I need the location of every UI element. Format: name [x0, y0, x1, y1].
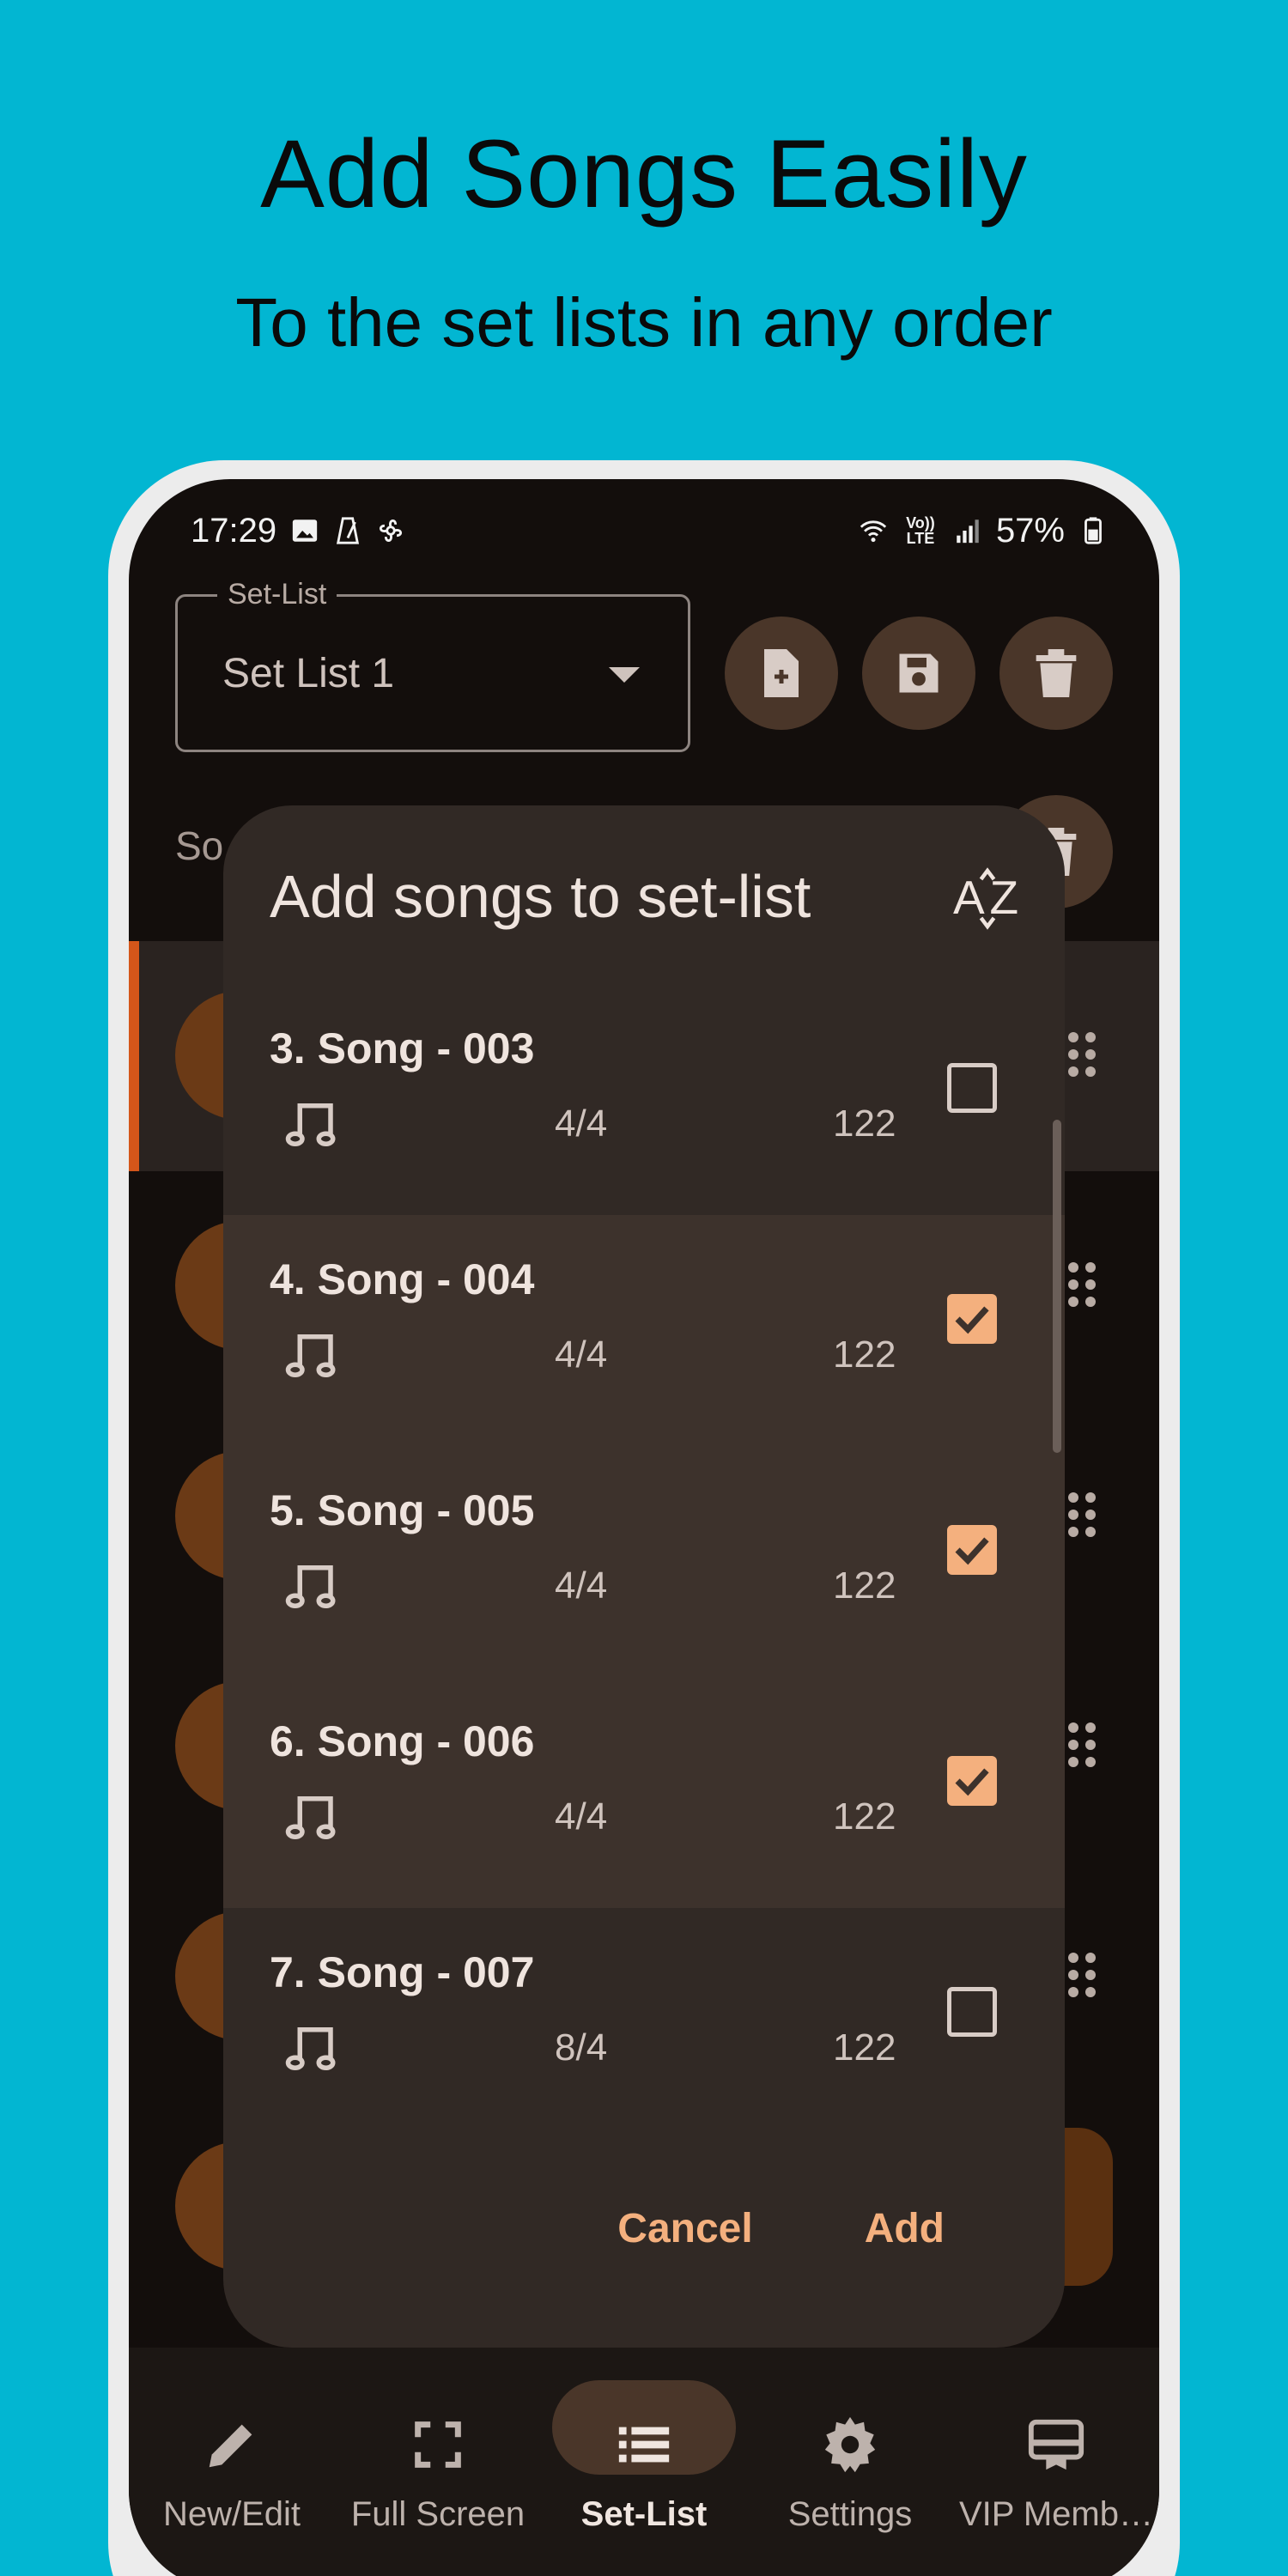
- song-checkbox[interactable]: [947, 1987, 997, 2037]
- song-item[interactable]: 4. Song - 004 4/4 122: [223, 1215, 1065, 1446]
- promo-headline: Add Songs Easily: [260, 120, 1028, 228]
- song-checkbox[interactable]: [947, 1294, 997, 1344]
- new-file-icon: [764, 649, 799, 697]
- sort-az-icon[interactable]: A Z: [953, 862, 1030, 931]
- song-name: 5. Song - 005: [270, 1486, 535, 1534]
- time-signature: 4/4: [555, 1103, 608, 1145]
- song-name: 6. Song - 006: [270, 1717, 535, 1765]
- setlist-value: Set List 1: [222, 651, 395, 696]
- delete-setlist-button[interactable]: [999, 617, 1113, 730]
- image-icon: [292, 519, 318, 542]
- song-item[interactable]: 6. Song - 006 4/4 122: [223, 1677, 1065, 1908]
- song-item[interactable]: 7. Song - 007 8/4 122: [223, 1908, 1065, 2139]
- music-note-icon: [285, 1565, 336, 1609]
- song-name: 3. Song - 003: [270, 1024, 535, 1072]
- add-songs-dialog: Add songs to set-list A Z 3. Song - 003 …: [223, 805, 1065, 2348]
- nav-set-list[interactable]: Set-List: [541, 2348, 747, 2576]
- metronome-icon: [337, 517, 360, 544]
- svg-text:A: A: [953, 871, 985, 924]
- music-note-icon: [285, 2027, 336, 2071]
- current-song-indicator: [129, 941, 139, 1171]
- membership-icon: [1028, 2419, 1084, 2470]
- song-bpm: 122: [833, 1564, 896, 1607]
- volte-icon: Vo)) LTE: [906, 514, 935, 547]
- pencil-icon: [209, 2424, 252, 2468]
- wifi-icon: [860, 520, 887, 543]
- cancel-button[interactable]: Cancel: [617, 2205, 752, 2252]
- setlist-dropdown[interactable]: Set-List Set List 1: [175, 578, 690, 752]
- add-button[interactable]: Add: [865, 2205, 945, 2252]
- battery-icon: [1084, 517, 1102, 544]
- song-bpm: 122: [833, 1795, 896, 1838]
- drag-handle-icon[interactable]: [1065, 1491, 1099, 1539]
- pinwheel-icon: [380, 519, 403, 542]
- drag-handle-icon[interactable]: [1065, 1721, 1099, 1769]
- nav-label: Full Screen: [350, 2495, 526, 2533]
- gear-icon: [824, 2416, 876, 2473]
- song-bpm: 122: [833, 2026, 896, 2069]
- bottom-navigation: New/Edit Full Screen Set-List Settings V…: [129, 2348, 1159, 2576]
- nav-label: Settings: [787, 2495, 913, 2533]
- nav-label: VIP Memb…: [959, 2495, 1153, 2533]
- dialog-actions: Cancel Add: [617, 2205, 945, 2252]
- songs-section-label: So: [175, 823, 224, 868]
- checkmark-icon: [955, 1306, 989, 1334]
- nav-new-edit[interactable]: New/Edit: [129, 2348, 335, 2576]
- phone-screen: 17:29 Vo)) LTE 57% Set-List Set List 1 S…: [129, 479, 1159, 2576]
- nav-settings[interactable]: Settings: [747, 2348, 953, 2576]
- song-list: 3. Song - 003 4/4 122 4. Song - 004 4/4 …: [223, 984, 1065, 2139]
- save-icon: [899, 653, 939, 693]
- setlist-legend: Set-List: [217, 578, 337, 611]
- nav-full-screen[interactable]: Full Screen: [335, 2348, 541, 2576]
- song-item[interactable]: 5. Song - 005 4/4 122: [223, 1446, 1065, 1677]
- fullscreen-icon: [415, 2421, 461, 2468]
- battery-percent: 57%: [995, 511, 1065, 550]
- signal-icon: [957, 519, 979, 544]
- checkmark-icon: [955, 1537, 989, 1565]
- dialog-title: Add songs to set-list: [270, 863, 811, 930]
- drag-handle-icon[interactable]: [1065, 1030, 1099, 1078]
- music-note-icon: [285, 1334, 336, 1378]
- song-bpm: 122: [833, 1334, 896, 1376]
- song-checkbox[interactable]: [947, 1756, 997, 1806]
- time-signature: 8/4: [555, 2026, 608, 2069]
- music-note-icon: [285, 1796, 336, 1840]
- time-signature: 4/4: [555, 1795, 608, 1838]
- nav-label: New/Edit: [162, 2495, 301, 2533]
- song-name: 4. Song - 004: [270, 1255, 535, 1303]
- checkmark-icon: [955, 1768, 989, 1796]
- time-signature: 4/4: [555, 1334, 608, 1376]
- promo-subline: To the set lists in any order: [235, 284, 1053, 361]
- new-setlist-button[interactable]: [725, 617, 838, 730]
- nav-vip-membership[interactable]: VIP Memb…: [953, 2348, 1159, 2576]
- save-setlist-button[interactable]: [862, 617, 975, 730]
- drag-handle-icon[interactable]: [1065, 1951, 1099, 1999]
- song-bpm: 122: [833, 1103, 896, 1145]
- drag-handle-icon[interactable]: [1065, 1261, 1099, 1309]
- time-signature: 4/4: [555, 1564, 608, 1607]
- song-name: 7. Song - 007: [270, 1948, 535, 1996]
- nav-label: Set-List: [580, 2495, 708, 2533]
- list-icon: [618, 2427, 670, 2463]
- dialog-scrollbar[interactable]: [1053, 1120, 1061, 1453]
- song-checkbox[interactable]: [947, 1525, 997, 1575]
- song-item[interactable]: 3. Song - 003 4/4 122: [223, 984, 1065, 1215]
- delete-icon: [1036, 649, 1077, 697]
- status-bar: 17:29 Vo)) LTE 57%: [191, 505, 1108, 556]
- dropdown-caret-icon: [609, 667, 640, 683]
- music-note-icon: [285, 1103, 336, 1147]
- status-time: 17:29: [191, 511, 277, 550]
- song-checkbox[interactable]: [947, 1063, 997, 1113]
